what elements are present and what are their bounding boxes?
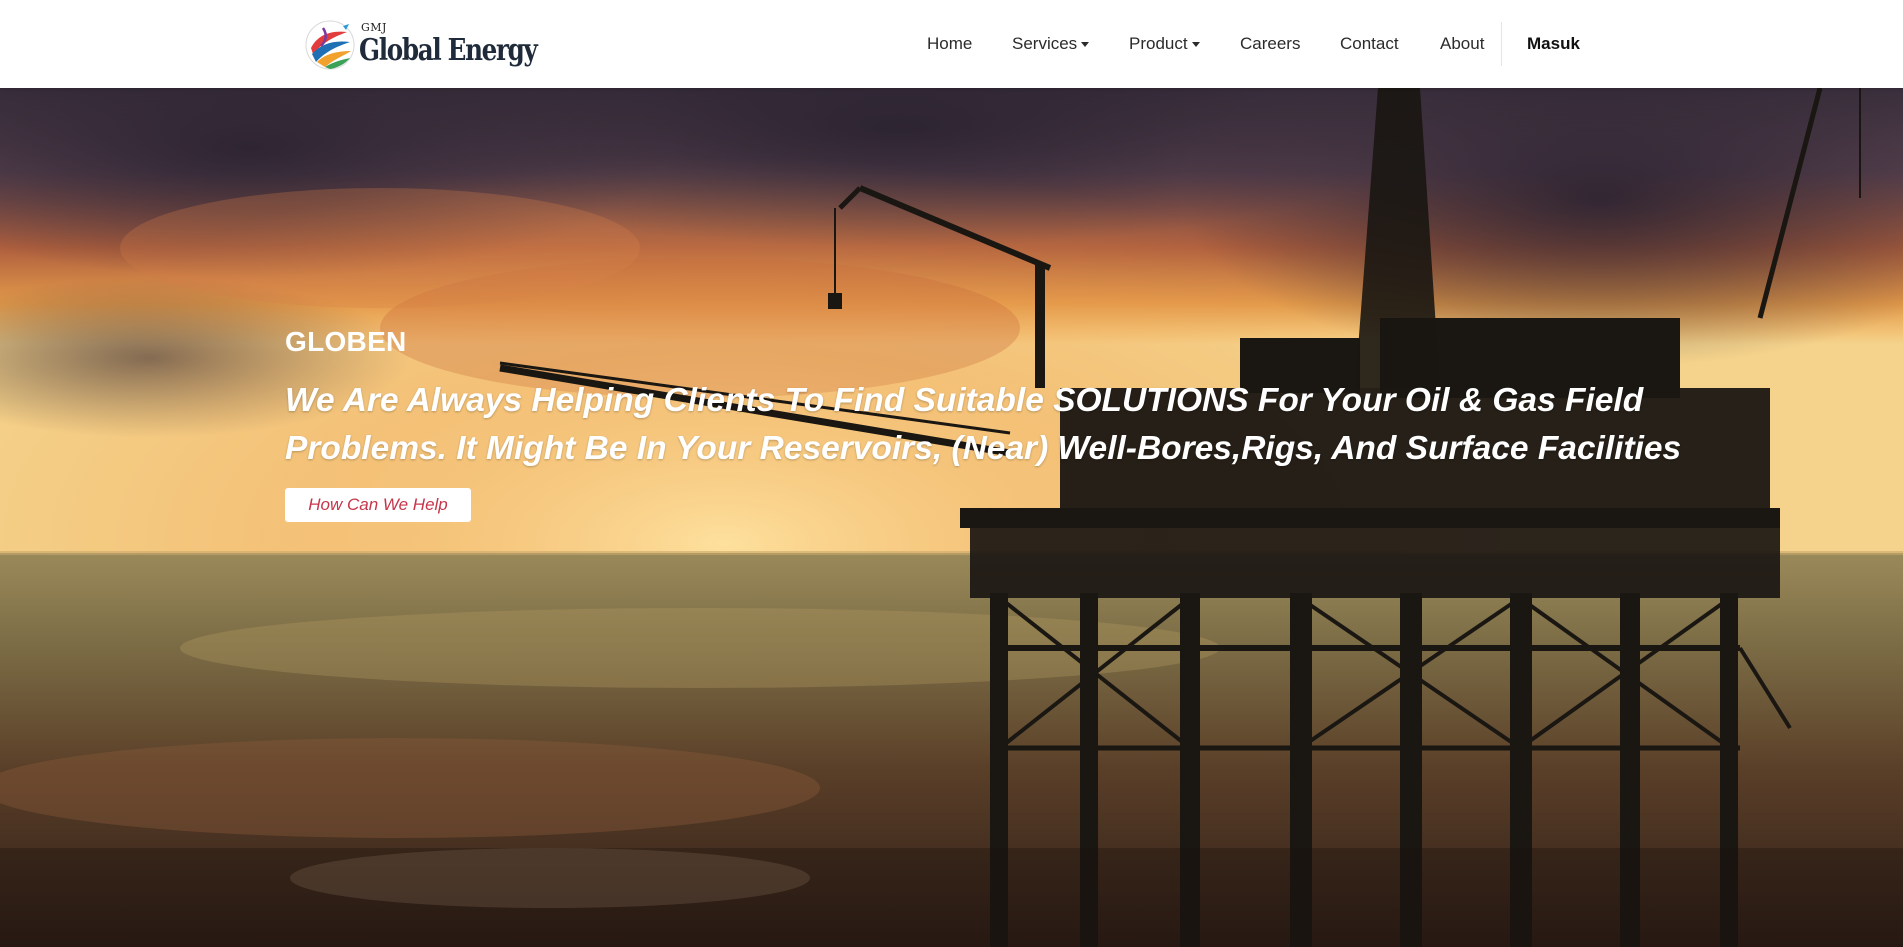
nav-item-services[interactable]: Services xyxy=(1012,34,1090,54)
nav-item-careers[interactable]: Careers xyxy=(1240,34,1300,54)
nav-item-contact[interactable]: Contact xyxy=(1340,34,1399,54)
caret-down-icon xyxy=(1191,42,1200,47)
main-nav: Home Services Product Careers Contact Ab… xyxy=(0,0,1903,88)
hero-banner: GLOBEN We Are Always Helping Clients To … xyxy=(0,88,1903,947)
nav-item-home[interactable]: Home xyxy=(927,34,972,54)
nav-item-label: Contact xyxy=(1340,34,1399,53)
nav-item-label: About xyxy=(1440,34,1485,53)
nav-item-product[interactable]: Product xyxy=(1129,34,1200,54)
nav-divider xyxy=(1501,22,1502,66)
nav-item-label: Careers xyxy=(1240,34,1301,53)
nav-item-label: Product xyxy=(1129,34,1188,53)
nav-item-about[interactable]: About xyxy=(1440,34,1484,54)
top-navbar: GMJ Global Energy Home Services Product … xyxy=(0,0,1903,88)
hero-brand-title: GLOBEN xyxy=(285,326,407,357)
nav-item-label: Home xyxy=(927,34,973,53)
user-menu[interactable]: Masuk xyxy=(1527,34,1580,54)
caret-down-icon xyxy=(1081,42,1090,47)
nav-item-label: Services xyxy=(1012,34,1078,53)
hero-content: GLOBEN We Are Always Helping Clients To … xyxy=(0,88,1903,947)
user-name: Masuk xyxy=(1527,34,1580,53)
how-can-we-help-button[interactable]: How Can We Help xyxy=(285,488,471,522)
hero-tagline: We Are Always Helping Clients To Find Su… xyxy=(285,382,1682,467)
